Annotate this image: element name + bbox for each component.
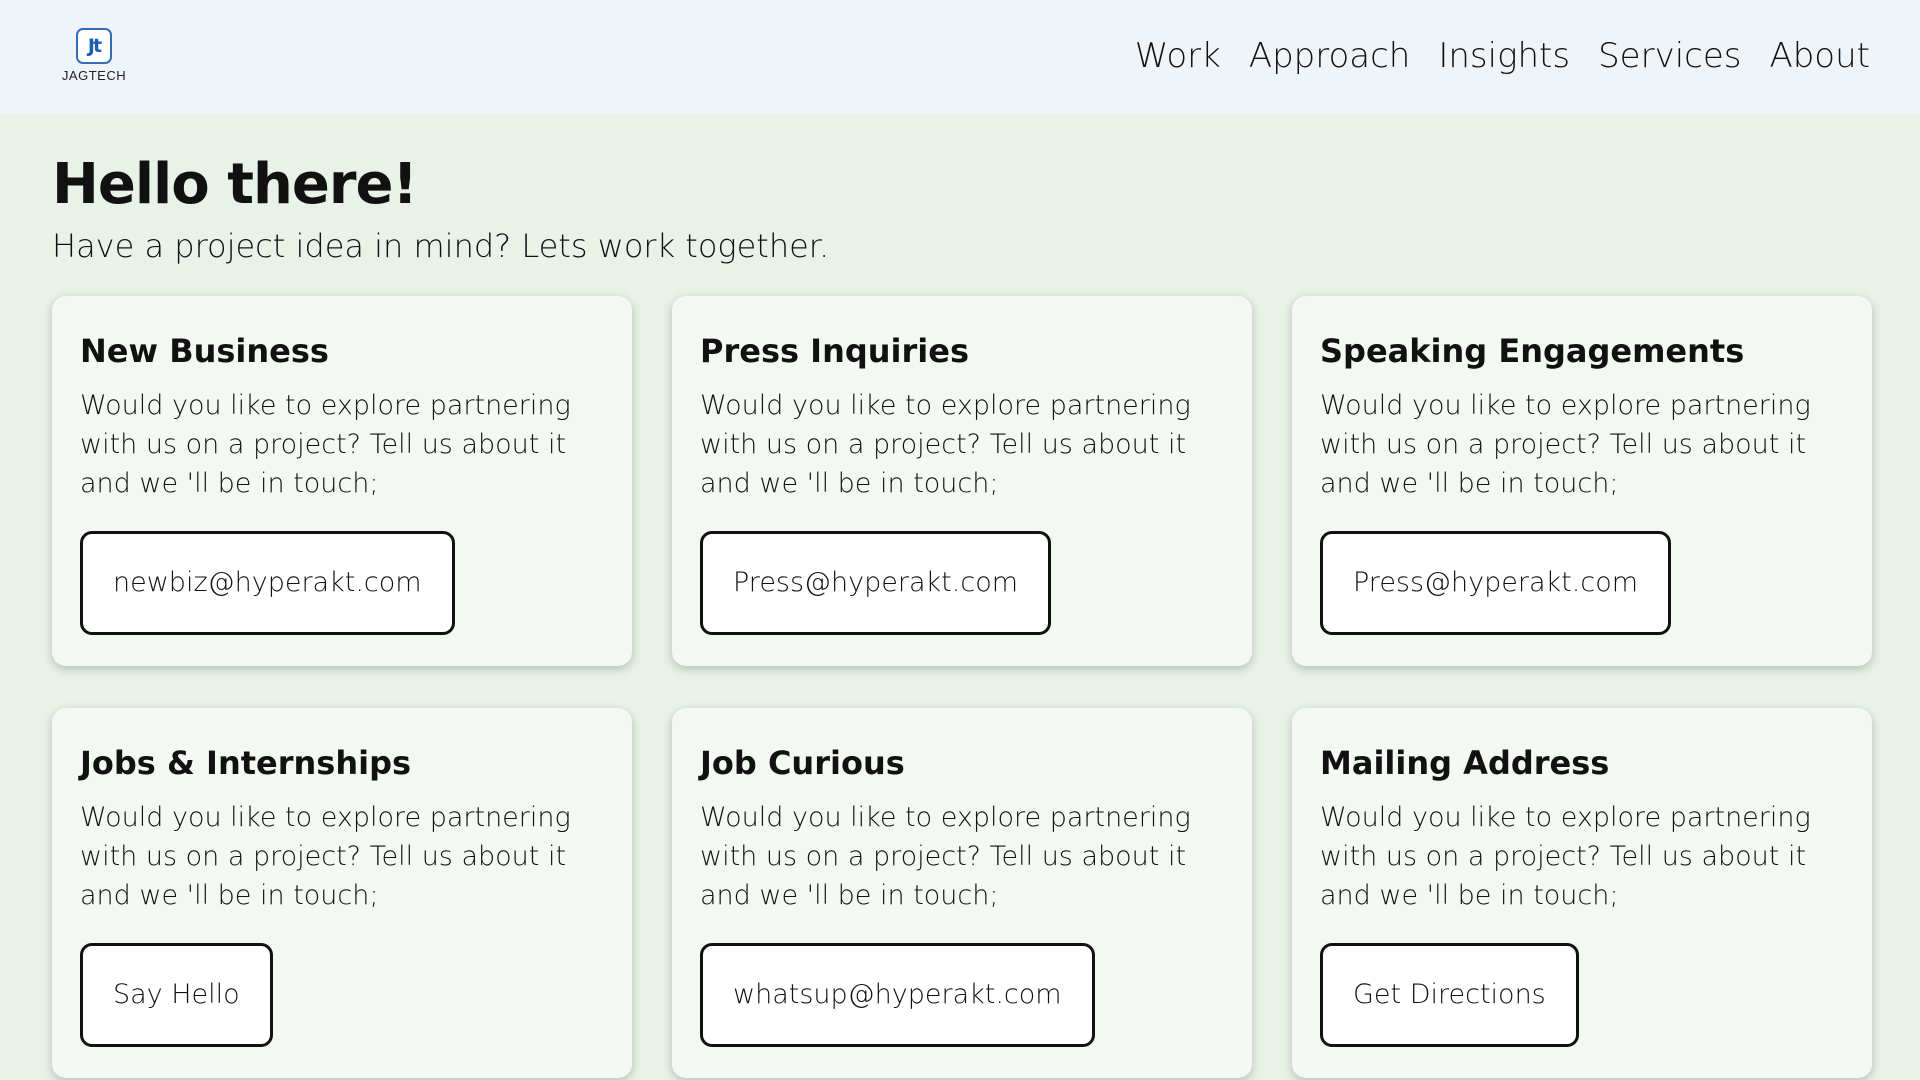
press-email-button[interactable]: Press@hyperakt.com: [700, 531, 1052, 635]
nav-item-insights[interactable]: Insights: [1438, 36, 1570, 76]
top-header: Jt JAGTECH Work Approach Insights Servic…: [0, 0, 1920, 114]
card-speaking-engagements: Speaking Engagements Would you like to e…: [1292, 296, 1872, 666]
nav-item-about[interactable]: About: [1769, 36, 1870, 76]
card-text: Would you like to explore partnering wit…: [1320, 802, 1811, 911]
card-title: Speaking Engagements: [1320, 332, 1745, 370]
nav-item-services[interactable]: Services: [1598, 36, 1741, 76]
page-title: Hello there!: [52, 152, 418, 217]
newbiz-email-button[interactable]: newbiz@hyperakt.com: [80, 531, 455, 635]
say-hello-button[interactable]: Say Hello: [80, 943, 273, 1047]
main-nav: Work Approach Insights Services About: [1135, 36, 1870, 76]
speaking-email-button[interactable]: Press@hyperakt.com: [1320, 531, 1672, 635]
card-jobs-internships: Jobs & Internships Would you like to exp…: [52, 708, 632, 1078]
card-job-curious: Job Curious Would you like to explore pa…: [672, 708, 1252, 1078]
card-title: Mailing Address: [1320, 744, 1610, 782]
nav-item-work[interactable]: Work: [1135, 36, 1221, 76]
logo-text: JAGTECH: [61, 68, 127, 83]
card-title: New Business: [80, 332, 329, 370]
card-press-inquiries: Press Inquiries Would you like to explor…: [672, 296, 1252, 666]
contact-cards-grid: New Business Would you like to explore p…: [52, 296, 1872, 1078]
card-text: Would you like to explore partnering wit…: [80, 802, 571, 911]
card-text: Would you like to explore partnering wit…: [1320, 390, 1811, 499]
logo-mark-icon: Jt: [76, 28, 112, 64]
card-mailing-address: Mailing Address Would you like to explor…: [1292, 708, 1872, 1078]
nav-item-approach[interactable]: Approach: [1249, 36, 1411, 76]
get-directions-button[interactable]: Get Directions: [1320, 943, 1579, 1047]
page-subtitle: Have a project idea in mind? Lets work t…: [52, 227, 830, 265]
card-text: Would you like to explore partnering wit…: [700, 390, 1191, 499]
logo[interactable]: Jt JAGTECH: [62, 28, 126, 83]
intro-section: Hello there! Have a project idea in mind…: [52, 152, 829, 265]
card-title: Job Curious: [700, 744, 905, 782]
whatsup-email-button[interactable]: whatsup@hyperakt.com: [700, 943, 1095, 1047]
card-text: Would you like to explore partnering wit…: [80, 390, 571, 499]
card-title: Press Inquiries: [700, 332, 970, 370]
card-new-business: New Business Would you like to explore p…: [52, 296, 632, 666]
card-title: Jobs & Internships: [80, 744, 412, 782]
card-text: Would you like to explore partnering wit…: [700, 802, 1191, 911]
